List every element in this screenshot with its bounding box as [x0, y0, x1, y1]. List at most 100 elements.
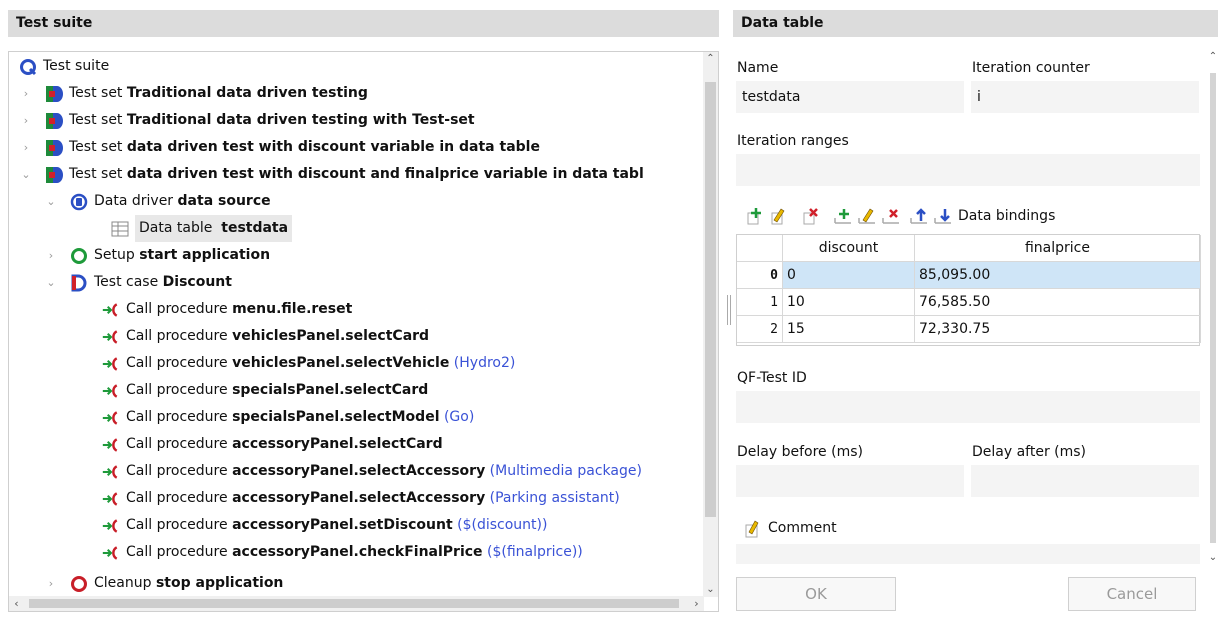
tree-node-procedure-call[interactable]: Call procedure menu.file.reset — [102, 296, 352, 323]
tree-node-procedure-call[interactable]: Call procedure vehiclesPanel.selectVehic… — [102, 350, 515, 377]
tree-node-test-set[interactable]: › Test set data driven test with discoun… — [21, 134, 540, 161]
comment-field[interactable] — [736, 544, 1200, 564]
tree-node-type: Test set — [69, 166, 123, 182]
table-cell[interactable]: 10 — [783, 289, 915, 316]
tree-node-procedure-call[interactable]: Call procedure vehiclesPanel.selectCard — [102, 323, 429, 350]
tree-node-root[interactable]: Test suite — [19, 53, 109, 80]
iteration-counter-field[interactable]: i — [971, 81, 1199, 113]
tree-node-procedure-call[interactable]: Call procedure specialsPanel.selectCard — [102, 377, 428, 404]
tree-node-name: Traditional data driven testing — [126, 85, 368, 101]
tree-node-procedure-call[interactable]: Call procedure specialsPanel.selectModel… — [102, 404, 474, 431]
tree-node-type: Setup — [94, 247, 135, 263]
scroll-up-icon[interactable]: ⌃ — [1207, 51, 1219, 62]
edit-row-icon[interactable] — [768, 205, 790, 227]
chevron-down-icon[interactable]: ⌄ — [46, 269, 56, 296]
chevron-right-icon[interactable]: › — [46, 570, 56, 597]
tree-node-procedure-call[interactable]: Call procedure accessoryPanel.checkFinal… — [102, 539, 583, 566]
chevron-right-icon[interactable]: › — [21, 107, 31, 134]
delay-after-label: Delay after (ms) — [972, 444, 1087, 460]
chevron-down-icon[interactable]: ⌄ — [46, 188, 56, 215]
table-cell[interactable]: 72,330.75 — [915, 316, 1201, 343]
table-cell[interactable]: 15 — [783, 316, 915, 343]
chevron-right-icon[interactable]: › — [21, 80, 31, 107]
qf-test-id-label: QF-Test ID — [737, 370, 807, 386]
add-column-icon[interactable] — [832, 205, 854, 227]
test-suite-panel-title: Test suite — [8, 10, 719, 37]
tree-node-procedure-call[interactable]: Call procedure accessoryPanel.selectAcce… — [102, 458, 642, 485]
move-up-icon[interactable] — [908, 205, 930, 227]
scroll-down-icon[interactable]: ⌄ — [703, 583, 718, 597]
scrollbar-thumb[interactable] — [29, 599, 679, 608]
qf-test-id-field[interactable] — [736, 391, 1200, 423]
row-header-corner — [737, 235, 783, 262]
cancel-button[interactable]: Cancel — [1068, 577, 1196, 611]
procedure-call-icon — [102, 382, 120, 400]
delay-before-field[interactable] — [736, 465, 964, 497]
comment-label: Comment — [768, 520, 837, 536]
chevron-right-icon[interactable]: › — [46, 242, 56, 269]
tree-node-cleanup[interactable]: › Cleanup stop application — [46, 570, 283, 597]
tree-node-test-set-expanded[interactable]: ⌄ Test set data driven test with discoun… — [21, 161, 644, 188]
panel-splitter-handle[interactable] — [727, 295, 731, 325]
tree-node-type: Call procedure — [126, 301, 228, 317]
name-field[interactable]: testdata — [736, 81, 964, 113]
chevron-right-icon[interactable]: › — [21, 134, 31, 161]
table-cell[interactable]: 85,095.00 — [915, 262, 1201, 289]
edit-comment-icon[interactable] — [744, 520, 762, 538]
delete-row-icon[interactable] — [800, 205, 822, 227]
tree-node-procedure-call[interactable]: Call procedure accessoryPanel.setDiscoun… — [102, 512, 547, 539]
tree-node-type: Cleanup — [94, 575, 152, 591]
tree-node-procedure-call[interactable]: Call procedure accessoryPanel.selectAcce… — [102, 485, 620, 512]
table-cell[interactable]: 0 — [783, 262, 915, 289]
tree-node-test-set[interactable]: › Test set Traditional data driven testi… — [21, 107, 475, 134]
move-down-icon[interactable] — [932, 205, 954, 227]
delay-after-field[interactable] — [971, 465, 1199, 497]
delay-before-label: Delay before (ms) — [737, 444, 863, 460]
setup-icon — [70, 247, 88, 265]
edit-column-icon[interactable] — [856, 205, 878, 227]
procedure-call-icon — [102, 328, 120, 346]
column-header-discount[interactable]: discount — [783, 235, 915, 262]
tree-node-test-case[interactable]: ⌄ Test case Discount — [46, 269, 232, 296]
column-header-finalprice[interactable]: finalprice — [915, 235, 1201, 262]
procedure-call-icon — [102, 355, 120, 373]
tree-node-name: accessoryPanel.selectAccessory — [232, 463, 486, 479]
tree-node-name: data driven test with discount and final… — [126, 166, 644, 182]
tree-node-name: Discount — [162, 274, 232, 290]
row-index: 2 — [737, 316, 783, 343]
tree-node-type: Call procedure — [126, 517, 228, 533]
test-set-icon — [45, 85, 63, 103]
form-vertical-scrollbar[interactable]: ⌃ ⌄ — [1207, 51, 1219, 563]
tree-node-data-driver[interactable]: ⌄ Data driver data source — [46, 188, 271, 215]
scroll-left-icon[interactable]: ‹ — [9, 596, 24, 611]
tree-node-parameters: (Hydro2) — [453, 355, 516, 371]
add-row-icon[interactable] — [744, 205, 766, 227]
scroll-down-icon[interactable]: ⌄ — [1207, 552, 1219, 563]
tree-node-name: menu.file.reset — [232, 301, 353, 317]
scroll-right-icon[interactable]: › — [689, 596, 704, 611]
ok-button[interactable]: OK — [736, 577, 896, 611]
tree-node-test-set[interactable]: › Test set Traditional data driven testi… — [21, 80, 368, 107]
delete-column-icon[interactable] — [880, 205, 902, 227]
table-cell[interactable]: 76,585.50 — [915, 289, 1201, 316]
tree-node-procedure-call[interactable]: Call procedure accessoryPanel.selectCard — [102, 431, 443, 458]
tree-node-name: vehiclesPanel.selectCard — [232, 328, 430, 344]
tree-node-name: accessoryPanel.checkFinalPrice — [232, 544, 483, 560]
tree-horizontal-scrollbar[interactable]: ‹ › — [9, 596, 704, 611]
tree-node-label: Test suite — [43, 58, 110, 74]
procedure-call-icon — [102, 490, 120, 508]
test-suite-tree[interactable]: Test suite › Test set Traditional data d… — [8, 51, 719, 612]
tree-node-type: Call procedure — [126, 490, 228, 506]
tree-node-parameters: (Go) — [443, 409, 475, 425]
data-bindings-table[interactable]: discount finalprice 0 0 85,095.00 1 10 7… — [736, 234, 1201, 346]
tree-vertical-scrollbar[interactable]: ⌃ ⌄ — [703, 52, 718, 597]
iteration-ranges-field[interactable] — [736, 154, 1200, 186]
tree-node-setup[interactable]: › Setup start application — [46, 242, 270, 269]
scroll-up-icon[interactable]: ⌃ — [703, 52, 718, 66]
tree-node-name: vehiclesPanel.selectVehicle — [232, 355, 450, 371]
tree-node-type: Test set — [69, 139, 123, 155]
tree-node-data-table-selected[interactable]: Data table testdata — [111, 215, 293, 242]
scrollbar-thumb[interactable] — [705, 82, 716, 517]
scrollbar-thumb[interactable] — [1210, 73, 1216, 543]
chevron-down-icon[interactable]: ⌄ — [21, 161, 31, 188]
